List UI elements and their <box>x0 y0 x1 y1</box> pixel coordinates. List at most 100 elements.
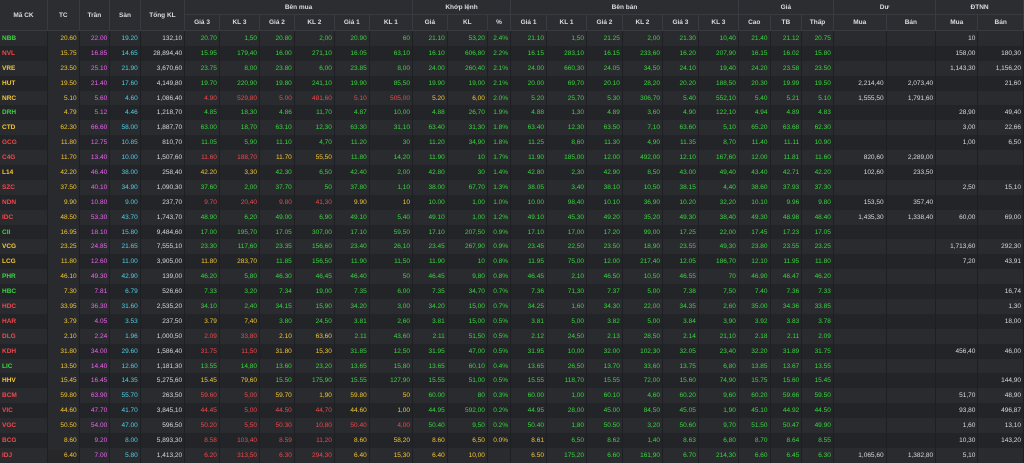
col-sell-price-2-header[interactable]: Giá 2 <box>586 14 623 31</box>
table-row[interactable]: CTD 62.30 66.60 58.00 1,887,70 63.00 18,70 63.1… <box>0 120 1024 136</box>
col-symbol-header[interactable]: Mã CK <box>0 0 48 31</box>
col-buy-price-1-header[interactable]: Giá 1 <box>334 14 370 31</box>
cell-symbol[interactable]: VGC <box>0 418 48 434</box>
table-row[interactable]: IDC 48.50 53.30 43.70 1,743,70 48.90 6,20 49.00… <box>0 209 1024 225</box>
table-row[interactable]: VGC 50.50 54.00 47.00 596,50 50.20 5,50 50.30 10… <box>0 418 1024 434</box>
cell-buy-price-1: 23.40 <box>334 239 370 255</box>
cell-symbol[interactable]: NRC <box>0 90 48 106</box>
table-row[interactable]: NBB 20.60 22.00 19.20 132,10 20.70 1,50 20.80 2,… <box>0 30 1024 46</box>
cell-match-vol: 30 <box>447 165 488 180</box>
cell-foreign-buy <box>935 224 979 240</box>
col-high-price-header[interactable]: Cao <box>738 14 771 31</box>
table-row[interactable]: HBC 7.30 7.81 6.79 526,60 7.33 3,20 7.34 19,00 7.… <box>0 284 1024 300</box>
col-floor-header[interactable]: Sàn <box>109 0 141 31</box>
cell-symbol[interactable]: VIC <box>0 403 48 419</box>
table-row[interactable]: VCG 23.25 24.85 21.65 7,555,10 23.30 117,60 23.… <box>0 239 1024 255</box>
table-row[interactable]: GCG 11.80 12.75 10.85 810,70 11.05 5,90 11.10 4,… <box>0 135 1024 151</box>
col-total-volume-header[interactable]: Tổng KL <box>140 0 186 31</box>
cell-symbol[interactable]: SZC <box>0 179 48 195</box>
col-low-price-header[interactable]: Thấp <box>801 14 834 31</box>
cell-symbol[interactable]: BCG <box>0 433 48 448</box>
table-row[interactable]: VIC 44.60 47.70 41.70 3,845,10 44.45 5,00 44.50… <box>0 403 1024 419</box>
col-foreign-sell-header[interactable]: Bán <box>977 14 1024 31</box>
col-ref-header[interactable]: TC <box>47 0 80 31</box>
col-sell-price-3-header[interactable]: Giá 3 <box>662 14 699 31</box>
cell-sell-vol-2: 492,00 <box>622 150 663 166</box>
cell-symbol[interactable]: HBC <box>0 284 48 300</box>
table-row[interactable]: NVL 15.75 16.85 14.65 28,894,40 15.95 179,40 16… <box>0 45 1024 61</box>
col-sell-vol-3-header[interactable]: KL 3 <box>698 14 739 31</box>
table-row[interactable]: PHR 46.10 49.30 42.90 139,00 46.20 5,80 46.30 46… <box>0 269 1024 285</box>
cell-symbol[interactable]: L14 <box>0 165 48 180</box>
table-row[interactable]: VRE 23.50 25.10 21.90 3,670,60 23.75 8,00 23.80… <box>0 60 1024 76</box>
col-buy-price-3-header[interactable]: Giá 3 <box>184 14 220 31</box>
cell-symbol[interactable]: IDJ <box>0 447 48 463</box>
cell-symbol[interactable]: DLG <box>0 328 48 344</box>
cell-symbol[interactable]: PHR <box>0 269 48 285</box>
cell-foreign-buy: 3,00 <box>935 120 979 136</box>
table-row[interactable]: NDN 9.90 10.80 9.00 237,70 9.70 20,40 9.80 41,30… <box>0 194 1024 210</box>
cell-symbol[interactable]: BCM <box>0 388 48 404</box>
table-row[interactable]: DLG 2.10 2.24 1.96 1,000,50 2.09 33,80 2.10 63,6… <box>0 328 1024 344</box>
cell-symbol[interactable]: IDC <box>0 209 48 225</box>
table-row[interactable]: HHV 15.45 16.45 14.35 5,275,60 15.45 79,60 15.5… <box>0 373 1024 389</box>
cell-symbol[interactable]: CTD <box>0 120 48 136</box>
cell-symbol[interactable]: VRE <box>0 60 48 76</box>
cell-high-price: 32.20 <box>738 343 771 359</box>
cell-buy-vol-2: 156,60 <box>294 239 335 255</box>
table-row[interactable]: CII 16.95 18.10 15.80 9,484,60 17.00 195,70 17.… <box>0 224 1024 240</box>
table-row[interactable]: KDH 31.80 34.00 29.60 1,586,40 31.75 11,50 31.8… <box>0 343 1024 359</box>
table-row[interactable]: DRH 4.79 5.12 4.46 1,218,70 4.85 18,30 4.86 11,7… <box>0 105 1024 121</box>
cell-buy-vol-3: 220,90 <box>219 75 261 91</box>
col-sell-price-1-header[interactable]: Giá 1 <box>510 14 547 31</box>
col-remain-sell-header[interactable]: Bán <box>886 14 937 31</box>
table-row[interactable]: IDJ 6.40 7.00 5.80 1,413,20 6.20 313,50 6.30 294… <box>0 447 1024 463</box>
col-buy-vol-3-header[interactable]: KL 3 <box>219 14 261 31</box>
table-row[interactable]: LIC 13.50 14.40 12.60 1,181,30 13.55 14,80 13.6… <box>0 358 1024 374</box>
col-sell-vol-2-header[interactable]: KL 2 <box>622 14 663 31</box>
table-row[interactable]: HUT 19.50 21.40 17.60 4,149,80 19.70 220,90 19.… <box>0 75 1024 91</box>
col-match-price-header[interactable]: Giá <box>412 14 448 31</box>
cell-symbol[interactable]: NVL <box>0 45 48 61</box>
cell-symbol[interactable]: LIC <box>0 358 48 374</box>
table-row[interactable]: HAR 3.79 4.05 3.53 237,50 3.79 7,40 3.80 24,50 3.… <box>0 313 1024 329</box>
cell-symbol[interactable]: C4G <box>0 150 48 166</box>
cell-symbol[interactable]: CII <box>0 224 48 240</box>
cell-symbol[interactable]: GCG <box>0 135 48 151</box>
cell-floor: 41.70 <box>109 403 141 419</box>
col-match-vol-header[interactable]: KL <box>447 14 488 31</box>
col-avg-price-header[interactable]: TB <box>770 14 803 31</box>
cell-buy-price-2: 37.70 <box>259 179 295 195</box>
table-row[interactable]: HDC 33.95 36.30 31.60 2,535,20 34.10 2,40 34.15… <box>0 299 1024 314</box>
cell-symbol[interactable]: VCG <box>0 239 48 255</box>
cell-ref: 16.95 <box>47 224 80 240</box>
cell-symbol[interactable]: HDC <box>0 299 48 314</box>
table-row[interactable]: NRC 5.10 5.60 4.60 1,086,40 4.90 529,80 5.00 481… <box>0 90 1024 106</box>
cell-symbol[interactable]: LCG <box>0 254 48 270</box>
cell-buy-price-2: 3.80 <box>259 313 295 329</box>
cell-sell-vol-3: 9,70 <box>698 418 739 434</box>
col-buy-price-2-header[interactable]: Giá 2 <box>259 14 295 31</box>
table-row[interactable]: SZC 37.50 40.10 34.90 1,090,30 37.60 2,00 37.70… <box>0 179 1024 195</box>
table-row[interactable]: C4G 11.70 13.40 10.00 1,507,60 11.60 188,70 11.… <box>0 150 1024 166</box>
col-remain-buy-header[interactable]: Mua <box>833 14 887 31</box>
cell-symbol[interactable]: HAR <box>0 313 48 329</box>
cell-match-change-pct: 1.8% <box>487 135 512 151</box>
table-row[interactable]: BCM 59.80 63.90 55.70 263,50 59.60 5,00 59.70 1,… <box>0 388 1024 404</box>
col-sell-vol-1-header[interactable]: KL 1 <box>546 14 588 31</box>
col-match-change-pct-header[interactable]: % <box>487 14 512 31</box>
cell-symbol[interactable]: HUT <box>0 75 48 91</box>
table-row[interactable]: L14 42.20 46.40 38.00 258,40 42.20 3,30 42.30 6,… <box>0 165 1024 180</box>
col-buy-vol-2-header[interactable]: KL 2 <box>294 14 335 31</box>
cell-symbol[interactable]: KDH <box>0 343 48 359</box>
cell-symbol[interactable]: NBB <box>0 30 48 46</box>
table-row[interactable]: BCG 8.60 9.20 8.00 5,893,30 8.58 103,40 8.59 11,… <box>0 433 1024 448</box>
cell-symbol[interactable]: DRH <box>0 105 48 121</box>
table-row[interactable]: LCG 11.80 12.60 11.00 3,905,00 11.80 283,70 11.… <box>0 254 1024 270</box>
cell-buy-price-2: 9.80 <box>259 194 295 210</box>
col-buy-vol-1-header[interactable]: KL 1 <box>369 14 413 31</box>
col-foreign-buy-header[interactable]: Mua <box>935 14 979 31</box>
col-ceiling-header[interactable]: Trần <box>79 0 111 31</box>
cell-symbol[interactable]: NDN <box>0 194 48 210</box>
cell-symbol[interactable]: HHV <box>0 373 48 389</box>
